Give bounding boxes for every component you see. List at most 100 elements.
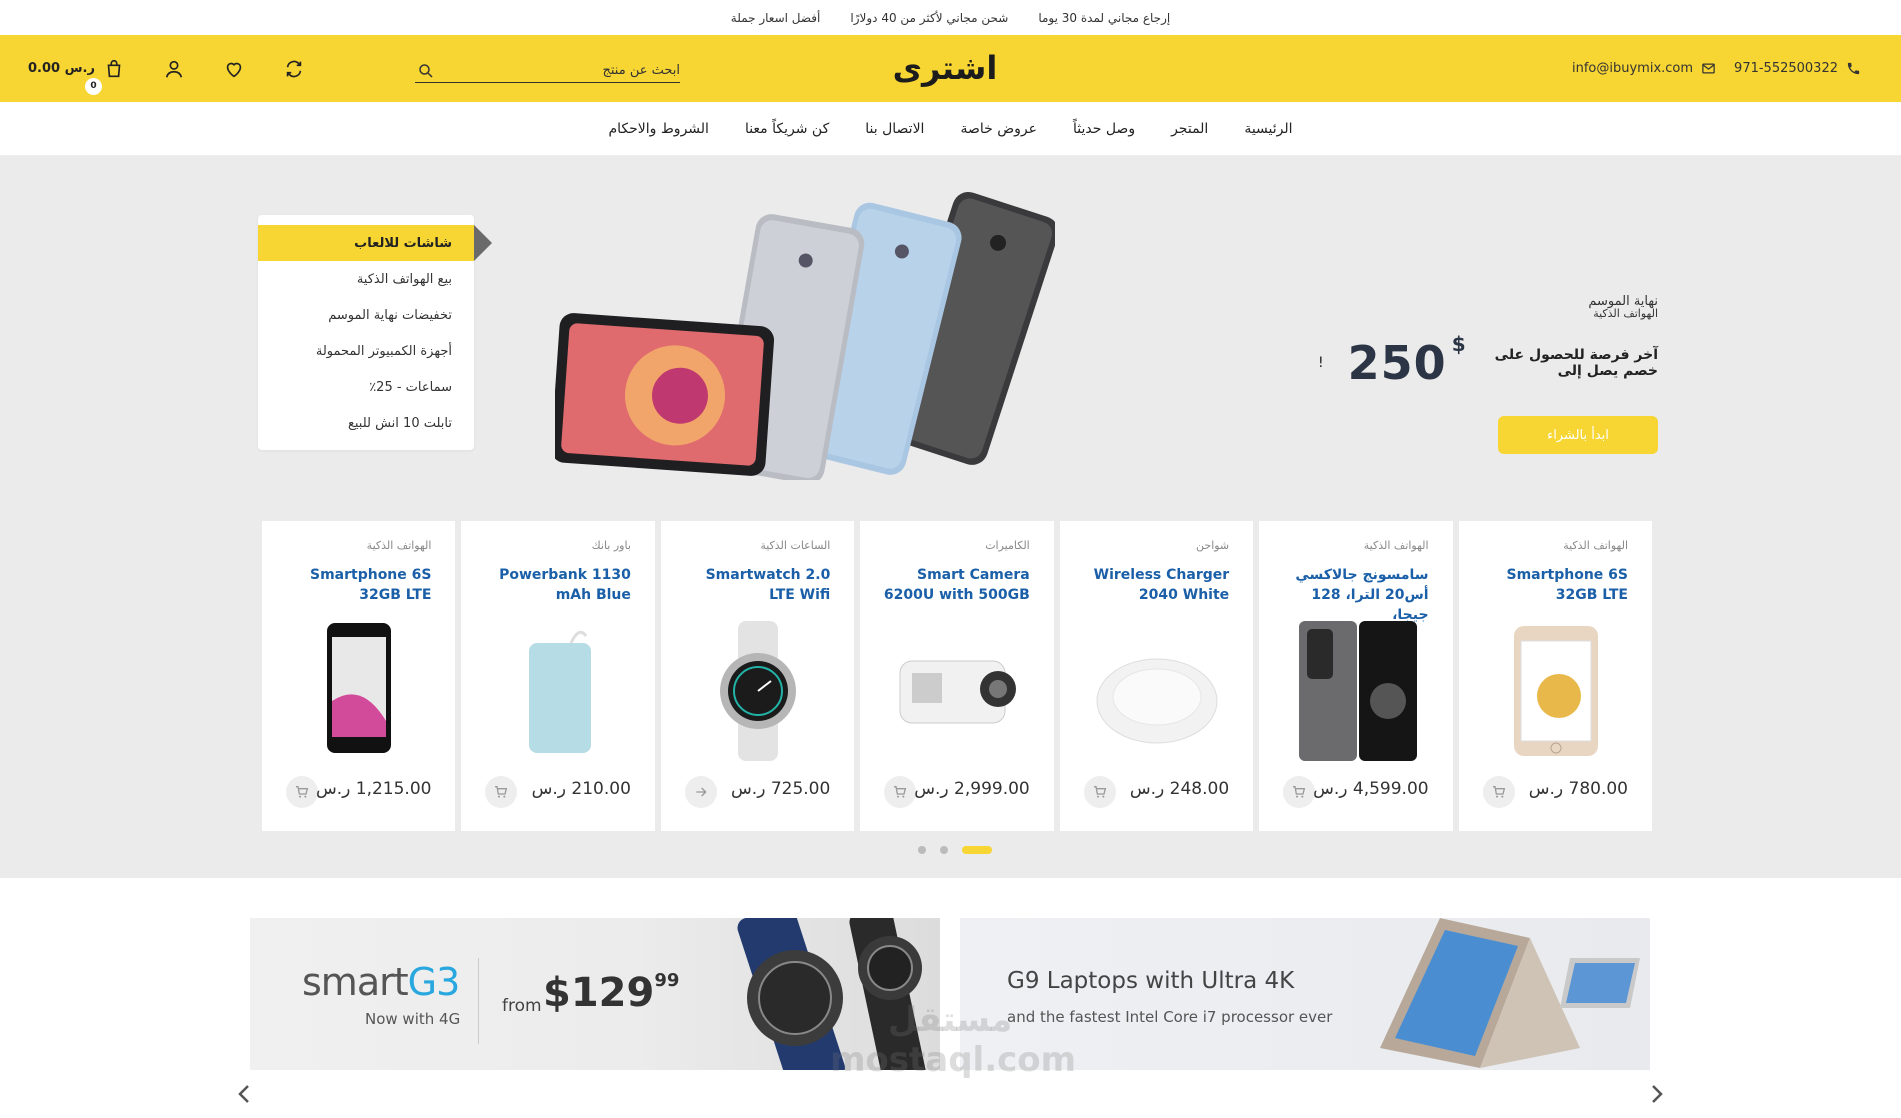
category-item[interactable]: سماعات - 25٪ [258, 369, 474, 405]
product-card[interactable]: شواحن Wireless Charger 2040 White 248.00… [1059, 521, 1254, 831]
category-item[interactable]: تخفيضات نهاية الموسم [258, 297, 474, 333]
logo-text: اشترى [893, 49, 998, 87]
banner-brand-b: G3 [407, 960, 461, 1004]
wholesale-text: أفضل اسعار جملة [730, 10, 821, 25]
product-title[interactable]: Wireless Charger 2040 White [1079, 565, 1230, 605]
product-category: شواحن [1196, 539, 1230, 552]
promo-exclaim: ! [1318, 355, 1324, 371]
cart-icon [296, 786, 309, 798]
add-to-cart-button[interactable] [485, 776, 518, 808]
product-card[interactable]: الهواتف الذكية سامسونج جالاكسي أس20 التر… [1259, 521, 1453, 831]
product-price: 780.00 ر.س [1528, 779, 1628, 799]
chevron-right-icon[interactable] [1647, 1082, 1667, 1106]
product-price: 725.00 ر.س [731, 779, 831, 799]
cart-icon [495, 786, 508, 798]
product-category: باور بانك [591, 539, 631, 552]
search-input[interactable] [460, 63, 680, 78]
product-image[interactable] [691, 621, 825, 761]
nav-new-arrivals[interactable]: وصل حديثاً [1073, 121, 1135, 137]
promo-deal-text: آخر فرصة للحصول على خصم يصل إلى [1494, 347, 1658, 379]
product-category: الساعات الذكية [760, 539, 831, 552]
category-menu: شاشات للالعاب بيع الهواتف الذكية تخفيضات… [258, 215, 492, 450]
product-category: الكاميرات [985, 539, 1030, 552]
banner-price-main: $129 [543, 970, 655, 1016]
nav-contact[interactable]: الاتصال بنا [865, 121, 924, 137]
product-image[interactable] [292, 621, 426, 761]
category-item[interactable]: بيع الهواتف الذكية [258, 261, 474, 297]
nav-special-offers[interactable]: عروض خاصة [960, 121, 1037, 137]
cart-icon [1492, 786, 1505, 798]
watermark-arabic: مستقل [887, 1000, 1013, 1040]
site-logo[interactable]: اشترى [880, 45, 1010, 91]
cart-button[interactable]: 0.00 ر.س 0 [28, 58, 125, 95]
phone-icon [1847, 62, 1860, 75]
free-shipping-text: شحن مجاني لأكثر من 40 دولارًا [850, 10, 1009, 25]
category-active-item[interactable]: شاشات للالعاب [258, 225, 492, 261]
compare-icon[interactable] [283, 58, 305, 80]
nav-terms[interactable]: الشروط والاحكام [608, 121, 708, 137]
product-title[interactable]: Smartphone 6S 32GB LTE [1478, 565, 1628, 605]
category-item[interactable]: تابلت 10 انش للبيع [258, 405, 474, 441]
product-card[interactable]: الهواتف الذكية Smartphone 6S 32GB LTE 78… [1458, 521, 1652, 831]
category-item[interactable]: أجهزة الكمبيوتر المحمولة [258, 333, 474, 369]
product-title[interactable]: سامسونج جالاكسي أس20 الترا، 128 جيجا، [1279, 565, 1428, 625]
carousel-dot[interactable] [940, 846, 948, 854]
product-card[interactable]: الكاميرات Smart Camera 6200U with 500GB … [860, 521, 1054, 831]
nav-partner[interactable]: كن شريكاً معنا [745, 121, 829, 137]
product-card[interactable]: باور بانك Powerbank 1130 mAh Blue 210.00… [461, 521, 655, 831]
add-to-cart-button[interactable] [286, 776, 319, 808]
laptop-image [1380, 918, 1640, 1068]
nav-shop[interactable]: المتجر [1171, 121, 1208, 137]
product-title[interactable]: Powerbank 1130 mAh Blue [481, 565, 631, 605]
product-title[interactable]: Smartphone 6S 32GB LTE [281, 565, 431, 605]
free-returns-text: إرجاع مجاني لمدة 30 يوما [1038, 10, 1171, 25]
product-title[interactable]: Smartwatch 2.0 LTE Wifi [680, 565, 831, 605]
header-actions: 0.00 ر.س 0 [28, 35, 305, 102]
heart-icon[interactable] [223, 58, 245, 80]
product-image[interactable] [890, 621, 1024, 761]
start-shopping-button[interactable]: ابدأ بالشراء [1498, 416, 1658, 454]
product-price: 248.00 ر.س [1129, 779, 1230, 799]
product-category: الهواتف الذكية [1363, 539, 1429, 552]
watermark: مستقل mostaql.com [830, 1000, 1077, 1080]
banner-from-label: from [502, 996, 542, 1016]
add-to-cart-button[interactable] [1283, 776, 1316, 808]
banner-divider [478, 958, 479, 1044]
email-address: info@ibuymix.com [1572, 61, 1694, 76]
product-category: الهواتف الذكية [1563, 539, 1628, 552]
user-icon[interactable] [163, 58, 185, 80]
product-title[interactable]: Smart Camera 6200U with 500GB [880, 565, 1030, 605]
banner-price: $12999 [543, 970, 679, 1016]
product-image[interactable] [1489, 621, 1623, 761]
cart-icon [894, 786, 907, 798]
product-image[interactable] [491, 621, 625, 761]
promo-currency: $ [1451, 332, 1467, 356]
watermark-latin: mostaql.com [830, 1040, 1077, 1080]
nav-home[interactable]: الرئيسية [1244, 121, 1292, 137]
email-contact[interactable]: info@ibuymix.com [1572, 61, 1716, 76]
add-to-cart-button[interactable] [684, 776, 717, 808]
carousel-dot[interactable] [918, 846, 926, 854]
shopping-bag-icon [107, 59, 121, 77]
cart-total: 0.00 ر.س [28, 61, 95, 76]
product-image[interactable] [1090, 621, 1224, 761]
product-category: الهواتف الذكية [366, 539, 432, 552]
phone-contact[interactable]: 971-552500322 [1734, 61, 1861, 76]
banner-subtitle: Now with 4G [365, 1010, 461, 1028]
search-bar [415, 59, 680, 83]
product-image[interactable] [1289, 621, 1423, 761]
search-icon[interactable] [417, 62, 435, 80]
add-to-cart-button[interactable] [1482, 776, 1515, 808]
promo-price: 250 $ [1348, 332, 1466, 390]
product-card[interactable]: الهواتف الذكية Smartphone 6S 32GB LTE 1,… [262, 521, 456, 831]
chevron-left-icon[interactable] [234, 1082, 254, 1106]
phone-number: 971-552500322 [1734, 61, 1838, 76]
cart-icon [1093, 786, 1106, 798]
cart-count-badge: 0 [85, 77, 102, 95]
banner-price-cents: 99 [654, 970, 680, 991]
carousel-dot-active[interactable] [962, 846, 992, 854]
add-to-cart-button[interactable] [1083, 776, 1116, 808]
contact-info: 971-552500322 info@ibuymix.com [1572, 35, 1861, 102]
add-to-cart-button[interactable] [884, 776, 917, 808]
product-card[interactable]: الساعات الذكية Smartwatch 2.0 LTE Wifi 7… [660, 521, 855, 831]
